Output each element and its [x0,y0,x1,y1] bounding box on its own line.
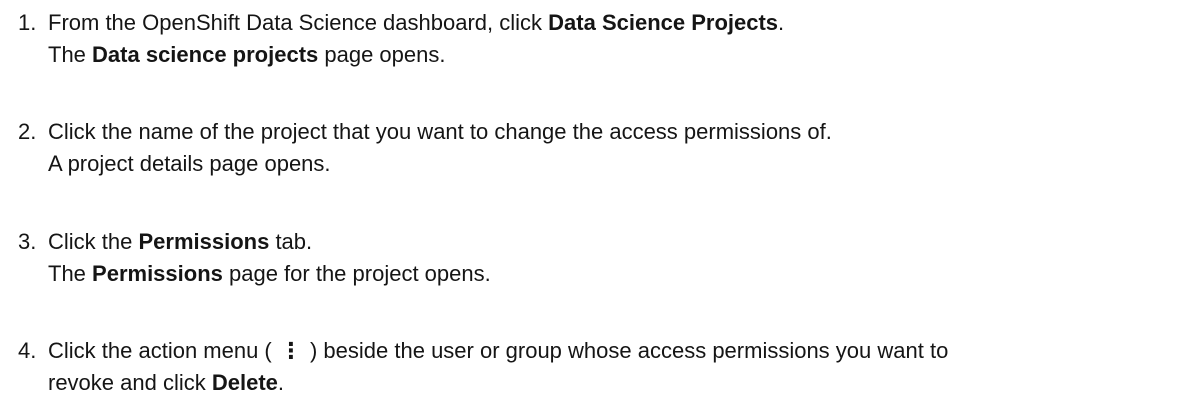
step-2: 2. Click the name of the project that yo… [0,116,1178,180]
ui-label: Delete [211,370,278,395]
step-result: The Permissions page for the project ope… [48,261,491,286]
step-number: 2. [18,119,37,144]
step-number: 3. [18,229,37,254]
step-number: 4. [18,338,37,363]
ui-label: Data Science Projects [548,10,779,35]
step-result: The Data science projects page opens. [48,42,446,67]
step-3: 3. Click the Permissions tab. The Permis… [0,226,1178,290]
step-number: 1. [18,10,37,35]
step-result: A project details page opens. [48,151,331,176]
ui-label: Permissions [138,229,270,254]
step-instruction: From the OpenShift Data Science dashboar… [48,10,785,35]
step-instruction: Click the name of the project that you w… [48,119,832,144]
step-instruction-continued: revoke and click Delete. [48,370,285,395]
kebab-menu-icon: ⋮ [279,338,302,363]
ui-label: Data science projects [92,42,319,67]
step-1: 1. From the OpenShift Data Science dashb… [0,7,1178,71]
step-4: 4. Click the action menu ( ⋮ ) beside th… [0,335,1178,399]
step-instruction: Click the Permissions tab. [48,229,313,254]
ui-label: Permissions [92,261,223,286]
step-instruction: Click the action menu ( ⋮ ) beside the u… [48,335,1178,367]
